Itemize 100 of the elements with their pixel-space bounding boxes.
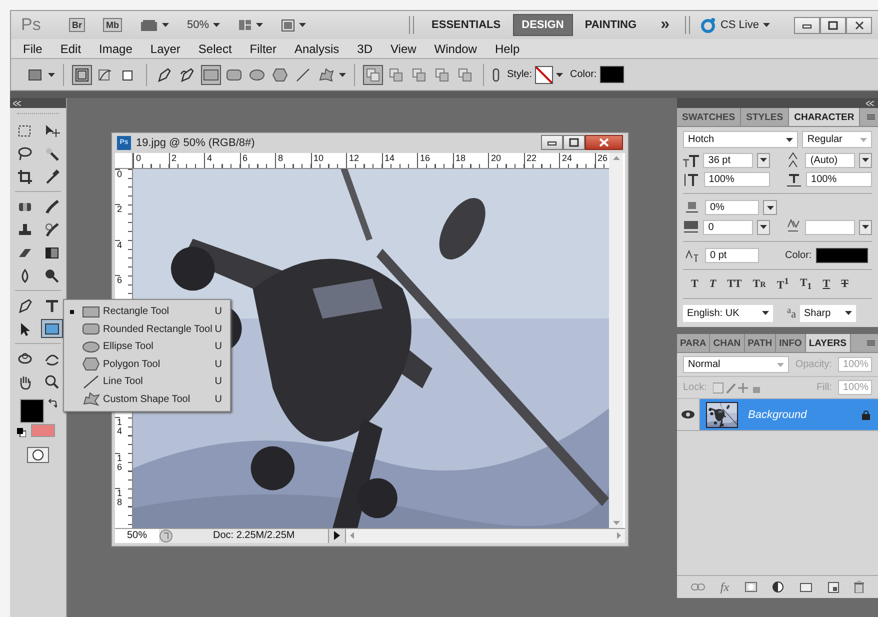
brush-icon	[44, 198, 60, 214]
menu-item[interactable]: Analysis	[285, 42, 348, 56]
caret-icon	[339, 72, 346, 76]
panel-tab[interactable]: PATH	[744, 334, 776, 352]
panel-tab[interactable]: SWATCHES	[677, 108, 742, 126]
menu-item[interactable]: Filter	[240, 42, 286, 56]
menu-item[interactable]: File	[14, 42, 52, 56]
language-dropdown[interactable]: English: UK	[683, 304, 773, 322]
workspace-button[interactable]: DESIGN	[512, 14, 573, 36]
shape-layer-icon	[74, 68, 90, 82]
vertical-scale-field[interactable]: 100%	[704, 172, 770, 187]
blend-mode-dropdown[interactable]: Normal	[683, 356, 790, 373]
panel-tab[interactable]: CHARACTER	[789, 108, 860, 126]
dropdown-button[interactable]	[859, 152, 872, 168]
caret-icon	[862, 225, 870, 229]
menu-item[interactable]: Custom Shape Tool U	[64, 390, 230, 408]
menu-item[interactable]: Select	[189, 42, 241, 56]
caret-icon	[760, 158, 767, 162]
text-style-button[interactable]: T	[822, 276, 830, 292]
panel-tab[interactable]: LAYERS	[806, 334, 850, 352]
shape-tool-button[interactable]	[201, 64, 221, 84]
panel-tab[interactable]: PARA	[677, 334, 710, 352]
rectangle-tool-button[interactable]	[40, 319, 62, 338]
caret-icon	[256, 23, 264, 27]
menu-item[interactable]: View	[381, 42, 426, 56]
menu-item[interactable]: Polygon Tool U	[64, 356, 230, 373]
ruler-label: 6	[240, 152, 275, 168]
combine-mode-button[interactable]	[363, 64, 383, 84]
cs-live-button[interactable]: CS Live	[700, 17, 770, 33]
foreground-color-swatch[interactable]	[20, 399, 44, 423]
panel-tab[interactable]: CHAN	[710, 334, 745, 352]
leading-field[interactable]: (Auto)	[805, 152, 856, 168]
ruler-label: 22	[524, 152, 559, 168]
font-size-field[interactable]: 36 pt	[703, 152, 754, 168]
restore-button[interactable]	[563, 135, 585, 150]
mode-button[interactable]	[72, 64, 92, 84]
font-style-dropdown[interactable]: Regular	[802, 131, 872, 148]
menu-item[interactable]: Line Tool U	[64, 373, 230, 390]
text-color-swatch[interactable]	[816, 248, 868, 263]
text-style-button[interactable]: T$^{1}$	[776, 276, 789, 292]
play-icon	[334, 531, 340, 540]
ruler-label: 20	[488, 152, 524, 168]
menu-item[interactable]: Help	[486, 42, 529, 56]
minimize-icon	[547, 140, 557, 146]
new-layer-icon	[828, 582, 839, 592]
dropdown-button[interactable]	[757, 152, 770, 168]
folder-icon	[800, 582, 812, 592]
antialias-dropdown[interactable]: Sharp	[800, 304, 856, 322]
pen-icon	[157, 68, 173, 82]
text-style-button[interactable]: Tr	[752, 276, 766, 292]
font-family-dropdown[interactable]: Hotch	[683, 131, 798, 148]
text-style-button[interactable]: T	[709, 276, 716, 292]
minimize-button[interactable]	[794, 16, 820, 34]
ellipse-icon	[82, 340, 100, 354]
horizontal-scrollbar[interactable]	[346, 528, 625, 543]
document-title: 19.jpg @ 50% (RGB/8#)	[136, 136, 255, 149]
menu-item[interactable]: Ellipse Tool U	[64, 338, 230, 356]
workspace-button[interactable]: ESSENTIALS	[424, 14, 509, 36]
text-style-button[interactable]: T	[841, 276, 848, 292]
status-menu-button[interactable]	[328, 528, 346, 543]
dropdown-button[interactable]	[757, 220, 770, 234]
menu-item[interactable]: Edit	[51, 42, 90, 56]
workspace-button[interactable]: PAINTING	[576, 14, 645, 36]
zoom-field[interactable]: 50%	[115, 528, 159, 543]
tsume-field[interactable]: 0%	[705, 200, 759, 215]
layer-style-button[interactable]: fx	[720, 580, 730, 594]
baseline-shift-field[interactable]: 0 pt	[705, 248, 759, 263]
ruler-label: 16	[115, 452, 120, 488]
menu-item[interactable]: Image	[90, 42, 142, 56]
color-swatch[interactable]	[600, 66, 624, 83]
text-style-button[interactable]: T$_{1}$	[800, 276, 812, 292]
pen-icon	[16, 298, 32, 314]
menu-item[interactable]: 3D	[348, 42, 382, 56]
vertical-scale-icon	[683, 172, 700, 186]
horizontal-scale-field[interactable]: 100%	[806, 172, 872, 187]
background-color-swatch[interactable]	[31, 424, 55, 437]
menu-item[interactable]: Layer	[141, 42, 190, 56]
menu-item[interactable]: Window	[425, 42, 486, 56]
style-picker[interactable]	[535, 66, 554, 84]
zoom-dropdown[interactable]: 50%	[183, 19, 224, 31]
more-button[interactable]: »	[660, 16, 670, 34]
close-button[interactable]	[846, 16, 872, 34]
quick-mask-button[interactable]	[27, 447, 49, 463]
baseline-shift-icon	[685, 248, 699, 262]
dropdown-button[interactable]	[763, 200, 777, 215]
vertical-scrollbar[interactable]	[609, 152, 623, 528]
kerning-field[interactable]: 0	[703, 220, 754, 234]
collapse-chevrons-icon	[13, 100, 21, 106]
menu-item[interactable]: Rounded Rectangle Tool U	[64, 320, 230, 338]
close-button[interactable]	[585, 135, 623, 150]
ruler-label: 24	[559, 152, 594, 168]
restore-button[interactable]	[820, 16, 846, 34]
text-style-button[interactable]: T	[691, 276, 698, 292]
minimize-button[interactable]	[541, 135, 563, 150]
dropdown-button[interactable]	[859, 220, 872, 234]
lock-icon	[862, 410, 870, 420]
crop-icon	[16, 168, 32, 184]
tracking-field[interactable]	[805, 220, 856, 234]
caret-icon	[766, 206, 774, 210]
text-style-button[interactable]: TT	[727, 276, 742, 292]
